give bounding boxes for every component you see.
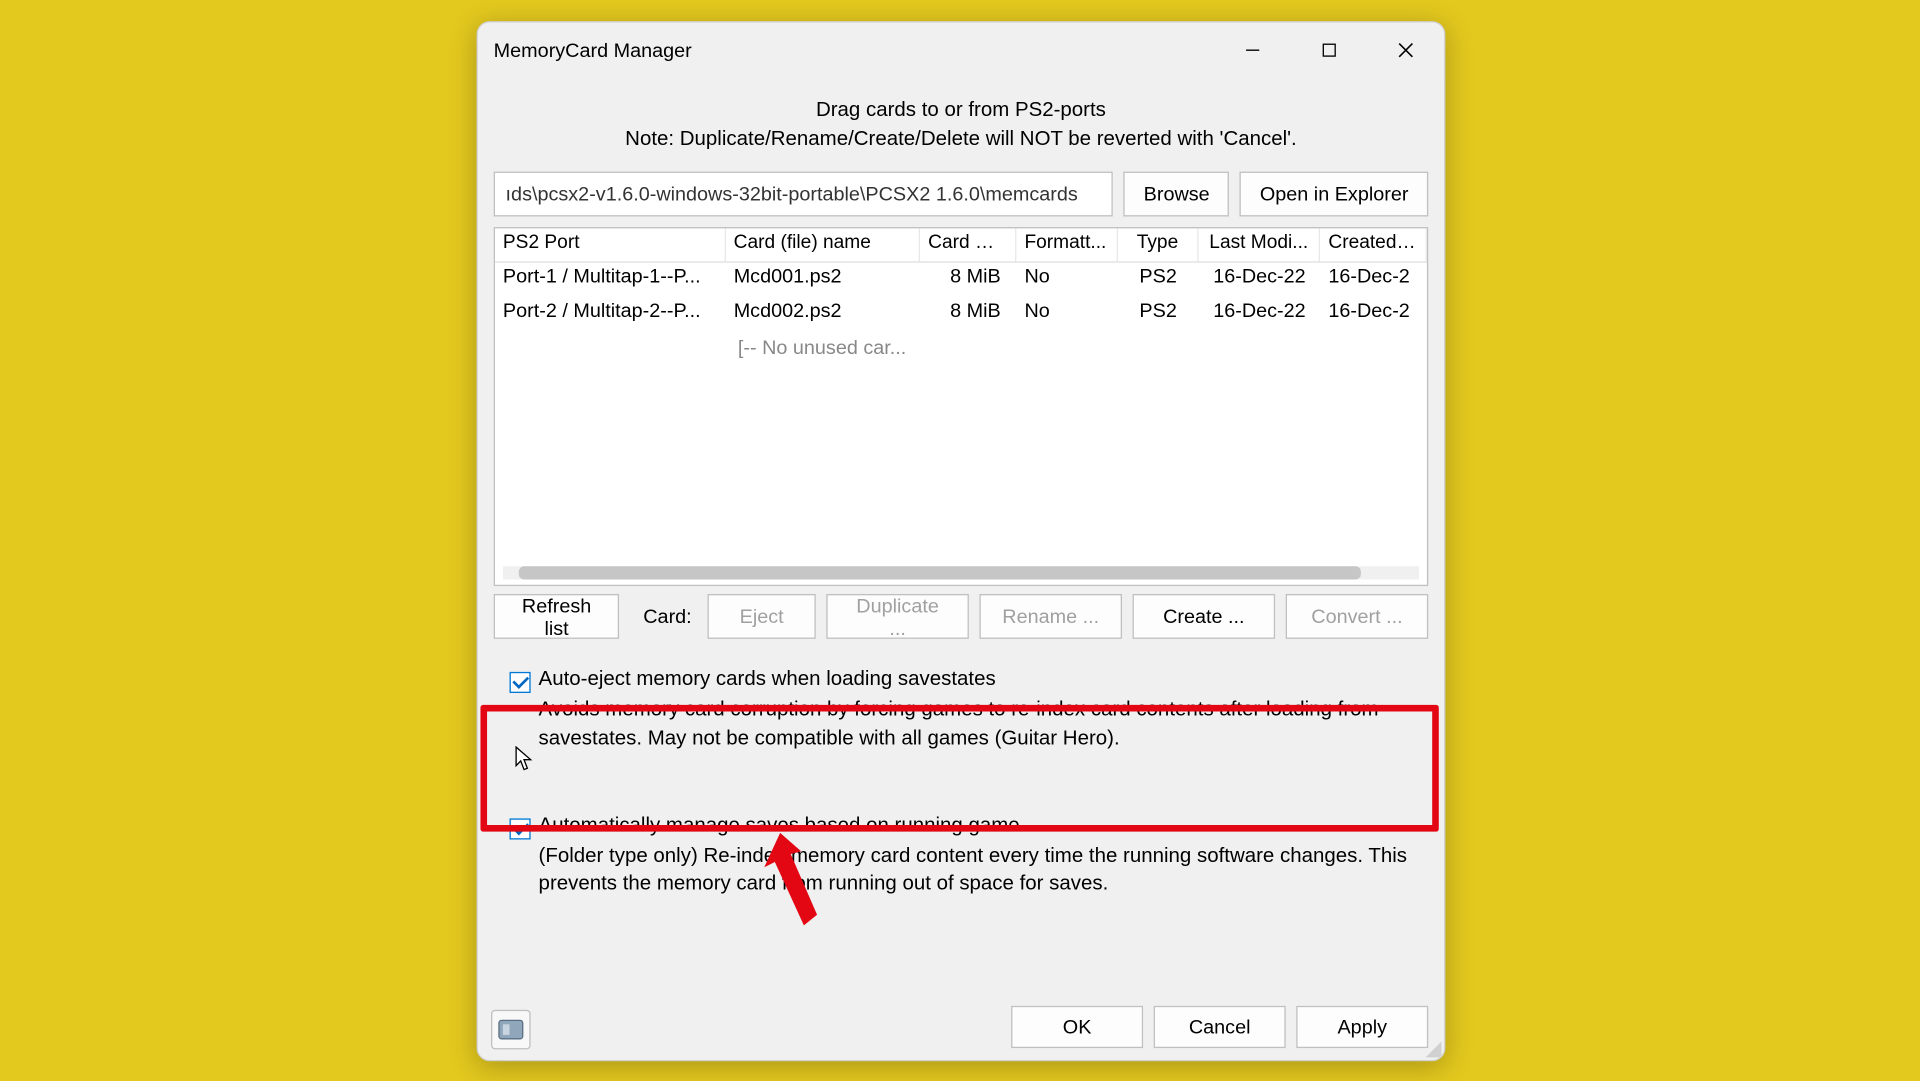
minimize-icon (1245, 42, 1261, 58)
auto-eject-label[interactable]: Auto-eject memory cards when loading sav… (539, 668, 996, 692)
cell-card: Mcd002.ps2 (726, 297, 921, 331)
resize-grip[interactable] (1423, 1039, 1441, 1057)
table-row[interactable]: Port-1 / Multitap-1--P... Mcd001.ps2 8 M… (495, 263, 1427, 297)
refresh-list-button[interactable]: Refresh list (494, 594, 620, 639)
scrollbar-thumb[interactable] (519, 567, 1362, 580)
apply-button[interactable]: Apply (1296, 1006, 1428, 1048)
auto-eject-checkbox[interactable] (510, 672, 531, 693)
close-button[interactable] (1368, 22, 1445, 77)
auto-eject-description: Avoids memory card corruption by forcing… (510, 696, 1413, 753)
cell-port: Port-2 / Multitap-2--P... (495, 297, 726, 331)
col-type[interactable]: Type (1118, 229, 1199, 262)
cell-type: PS2 (1118, 297, 1199, 331)
auto-manage-section: Automatically manage saves based on runn… (494, 804, 1429, 913)
cell-port: Port-1 / Multitap-1--P... (495, 263, 726, 297)
table-header: PS2 Port Card (file) name Card s... Form… (495, 229, 1427, 263)
cell-modified: 16-Dec-22 (1198, 263, 1320, 297)
horizontal-scrollbar[interactable] (503, 567, 1419, 580)
col-ps2-port[interactable]: PS2 Port (495, 229, 726, 262)
col-formatted[interactable]: Formatt... (1017, 229, 1118, 262)
card-label: Card: (630, 606, 697, 628)
content-area: Drag cards to or from PS2-ports Note: Du… (478, 78, 1444, 926)
create-button[interactable]: Create ... (1133, 594, 1276, 639)
open-in-explorer-button[interactable]: Open in Explorer (1240, 172, 1428, 217)
cell-card: Mcd001.ps2 (726, 263, 921, 297)
cancel-button[interactable]: Cancel (1154, 1006, 1286, 1048)
memcards-table[interactable]: PS2 Port Card (file) name Card s... Form… (494, 228, 1429, 587)
instructions-line2: Note: Duplicate/Rename/Create/Delete wil… (494, 125, 1429, 154)
col-last-modified[interactable]: Last Modi... (1198, 229, 1320, 262)
auto-manage-label[interactable]: Automatically manage saves based on runn… (539, 814, 1020, 838)
cell-modified: 16-Dec-22 (1198, 297, 1320, 331)
card-toolbar: Refresh list Card: Eject Duplicate ... R… (494, 594, 1429, 639)
cell-created: 16-Dec-2 (1320, 297, 1426, 331)
cell-formatted: No (1017, 263, 1118, 297)
instructions: Drag cards to or from PS2-ports Note: Du… (494, 91, 1429, 172)
window-title: MemoryCard Manager (494, 39, 692, 61)
cell-type: PS2 (1118, 263, 1199, 297)
convert-button[interactable]: Convert ... (1286, 594, 1429, 639)
cell-formatted: No (1017, 297, 1118, 331)
col-created-on[interactable]: Created on (1320, 229, 1426, 262)
memcard-icon (496, 1016, 525, 1042)
col-card-size[interactable]: Card s... (920, 229, 1016, 262)
col-card-name[interactable]: Card (file) name (726, 229, 921, 262)
maximize-button[interactable] (1291, 22, 1368, 77)
no-unused-cards-placeholder: [-- No unused car... (495, 332, 1427, 366)
memorycard-icon[interactable] (491, 1010, 531, 1050)
rename-button[interactable]: Rename ... (979, 594, 1122, 639)
auto-manage-description: (Folder type only) Re-index memory card … (510, 842, 1413, 899)
window-controls (1214, 22, 1444, 77)
close-icon (1398, 42, 1414, 58)
duplicate-button[interactable]: Duplicate ... (826, 594, 969, 639)
maximize-icon (1321, 42, 1337, 58)
browse-button[interactable]: Browse (1124, 172, 1230, 217)
dialog-footer: OK Cancel Apply (478, 994, 1444, 1060)
cell-created: 16-Dec-2 (1320, 263, 1426, 297)
memorycard-manager-window: MemoryCard Manager Drag cards to or from… (477, 21, 1446, 1061)
auto-eject-section: Auto-eject memory cards when loading sav… (494, 658, 1429, 767)
cell-size: 8 MiB (920, 263, 1016, 297)
path-row: Browse Open in Explorer (494, 172, 1429, 217)
auto-manage-checkbox[interactable] (510, 818, 531, 839)
memcards-path-input[interactable] (494, 172, 1114, 217)
eject-button[interactable]: Eject (708, 594, 816, 639)
table-row[interactable]: Port-2 / Multitap-2--P... Mcd002.ps2 8 M… (495, 297, 1427, 331)
minimize-button[interactable] (1214, 22, 1291, 77)
cell-size: 8 MiB (920, 297, 1016, 331)
ok-button[interactable]: OK (1011, 1006, 1143, 1048)
instructions-line1: Drag cards to or from PS2-ports (494, 96, 1429, 125)
